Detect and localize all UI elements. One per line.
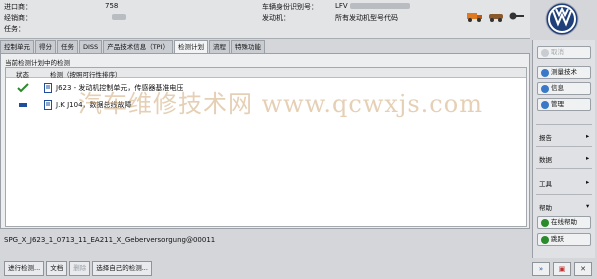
tools-section[interactable]: 工具 [539, 178, 552, 188]
tab-tasks[interactable]: 任务 [57, 40, 78, 53]
side-divider [536, 194, 592, 195]
online-help-button[interactable]: 在线帮助 [537, 216, 591, 229]
info-button[interactable]: 信息 [537, 82, 591, 95]
gauge-icon [541, 68, 549, 77]
vin-value: LFV [335, 2, 348, 10]
side-divider [536, 124, 592, 125]
plan-title: 当前检测计划中的检测 [5, 59, 70, 67]
forward-icon[interactable]: » [532, 262, 550, 276]
side-divider [536, 168, 592, 169]
side-divider [536, 146, 592, 147]
jump-icon [541, 235, 549, 244]
pending-marker-icon [19, 103, 27, 107]
truck-icon[interactable] [466, 9, 484, 23]
dealer-value: 758 [105, 2, 119, 10]
tab-control-units[interactable]: 控制单元 [0, 40, 34, 53]
vin-label: 车辆身份识别号： [262, 3, 318, 11]
vehicle-info-header: 进口商： 758 经销商： 任务： 车辆身份识别号： LFV 发动机： 所有发动… [0, 0, 530, 38]
data-expand-icon[interactable]: ▸ [586, 154, 589, 162]
navigation-buttons: » ▣ ✕ [532, 262, 592, 276]
key-icon[interactable] [508, 9, 526, 23]
tab-process[interactable]: 流程 [209, 40, 230, 53]
data-section[interactable]: 数据 [539, 154, 552, 164]
cancel-button[interactable]: 取消 [537, 46, 591, 59]
manage-button[interactable]: 管理 [537, 98, 591, 111]
car-icon[interactable] [487, 9, 505, 23]
jump-button[interactable]: 跳跃 [537, 233, 591, 246]
watermark: 汽车维修技术网 www.qcwxjs.com [78, 90, 483, 118]
help-section[interactable]: 帮助 [539, 202, 552, 212]
document-icon [44, 83, 52, 93]
engine-value: 所有发动机型号代码 [335, 14, 398, 22]
cancel-icon [541, 48, 549, 57]
status-text: SPG_X_J623_1_0713_11_EA211_X_Geberversor… [4, 236, 216, 244]
tab-test-plan[interactable]: 检测计划 [174, 40, 208, 53]
document-icon [44, 100, 52, 110]
header-divider [0, 38, 530, 39]
report-section[interactable]: 报告 [539, 132, 552, 142]
tools-expand-icon[interactable]: ▸ [586, 178, 589, 186]
help-expand-icon[interactable]: ▾ [586, 202, 589, 210]
info-icon [541, 84, 549, 93]
col-test-header: 检测（按照可行性排序） [50, 71, 122, 79]
redacted-vin [350, 3, 410, 9]
screenshot-icon[interactable]: ▣ [553, 262, 571, 276]
redacted-field [112, 14, 126, 20]
help-icon [541, 218, 549, 227]
run-test-button[interactable]: 进行检测... [4, 261, 45, 276]
check-icon [17, 83, 29, 93]
dealer-label: 进口商： [4, 3, 32, 11]
tab-diss[interactable]: DISS [79, 40, 103, 53]
test-plan-panel: 当前检测计划中的检测 状态 检测（按照可行性排序） J623 - 发动机控制单元… [0, 53, 530, 229]
measurement-button[interactable]: 测量技术 [537, 66, 591, 79]
bottom-toolbar: 进行检测... 文档 删除 选择自己的检测... [4, 261, 152, 276]
col-status-header: 状态 [16, 71, 29, 79]
tab-score[interactable]: 得分 [35, 40, 56, 53]
main-tab-bar: 控制单元 得分 任务 DISS 产品技术信息（TPI） 检测计划 流程 特殊功能 [0, 40, 266, 53]
order-label: 任务： [4, 25, 25, 33]
vw-logo [545, 2, 579, 36]
report-expand-icon[interactable]: ▸ [586, 132, 589, 140]
engine-label: 发动机： [262, 14, 290, 22]
workshop-label: 经销商： [4, 14, 32, 22]
side-panel: 取消 测量技术 信息 管理 报告 ▸ 数据 ▸ 工具 ▸ 帮助 ▾ 在线帮助 跳… [532, 40, 595, 258]
close-icon[interactable]: ✕ [574, 262, 592, 276]
document-button[interactable]: 文档 [46, 261, 68, 276]
tab-tpi[interactable]: 产品技术信息（TPI） [103, 40, 173, 53]
tab-special-functions[interactable]: 特殊功能 [231, 40, 265, 53]
delete-button[interactable]: 删除 [69, 261, 91, 276]
table-header: 状态 检测（按照可行性排序） [6, 68, 526, 79]
select-own-test-button[interactable]: 选择自己的检测... [92, 261, 152, 276]
manage-icon [541, 100, 549, 109]
